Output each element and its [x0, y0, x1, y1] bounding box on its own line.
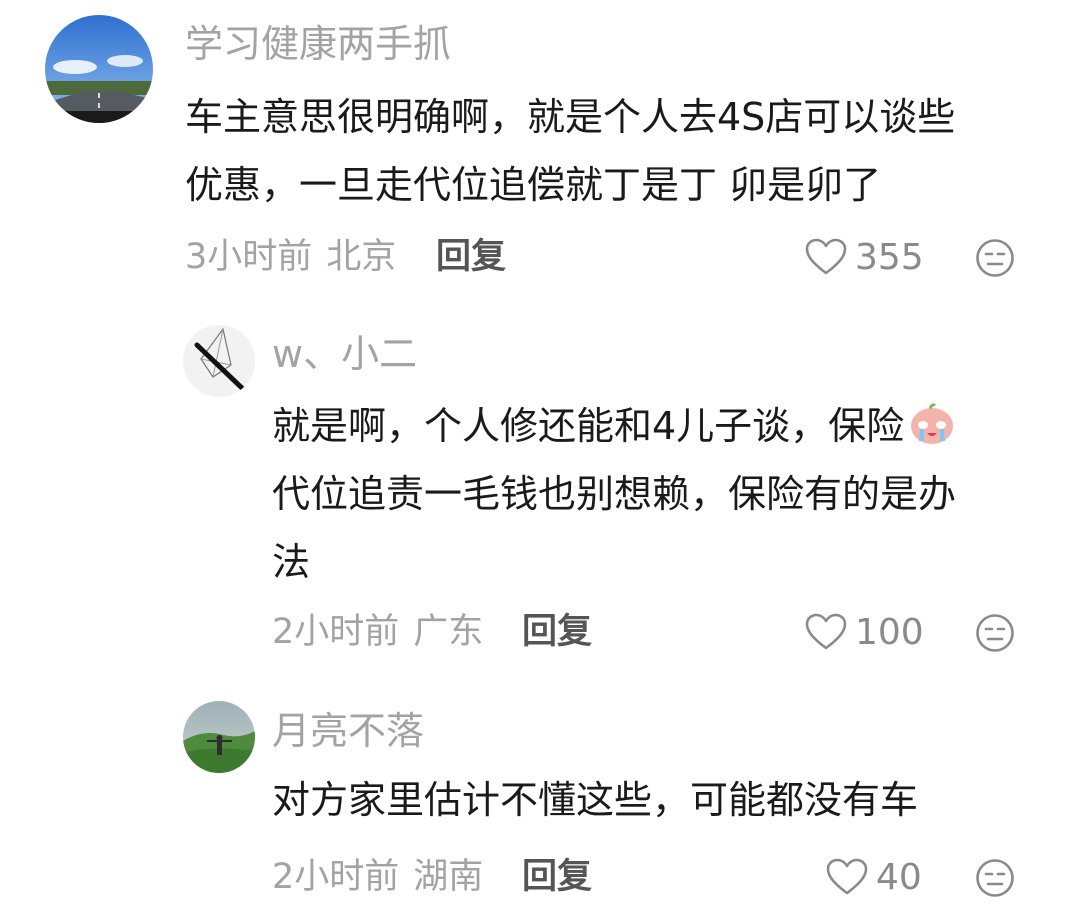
comment-text: 对方家里估计不懂这些，可能都没有车: [272, 766, 918, 834]
dislike-face-icon: [976, 859, 1014, 897]
like-count: 40: [876, 856, 922, 898]
heart-outline-icon: [826, 858, 868, 895]
avatar[interactable]: [183, 701, 255, 773]
comment-text-line: 对方家里估计不懂这些，可能都没有车: [272, 778, 919, 822]
comment-meta: 2小时前 湖南: [272, 853, 483, 901]
comment-3: 月亮不落 对方家里估计不懂这些，可能都没有车 2小时前 湖南 回复 40: [0, 0, 1080, 918]
avatar-hill-photo-icon: [183, 701, 255, 773]
comment-time: 2小时前: [272, 857, 400, 897]
reply-button[interactable]: 回复: [522, 853, 592, 901]
like-button[interactable]: 40: [826, 853, 922, 901]
comment-username[interactable]: 月亮不落: [272, 707, 424, 755]
dislike-button[interactable]: [975, 858, 1015, 898]
comment-location: 湖南: [413, 857, 484, 897]
